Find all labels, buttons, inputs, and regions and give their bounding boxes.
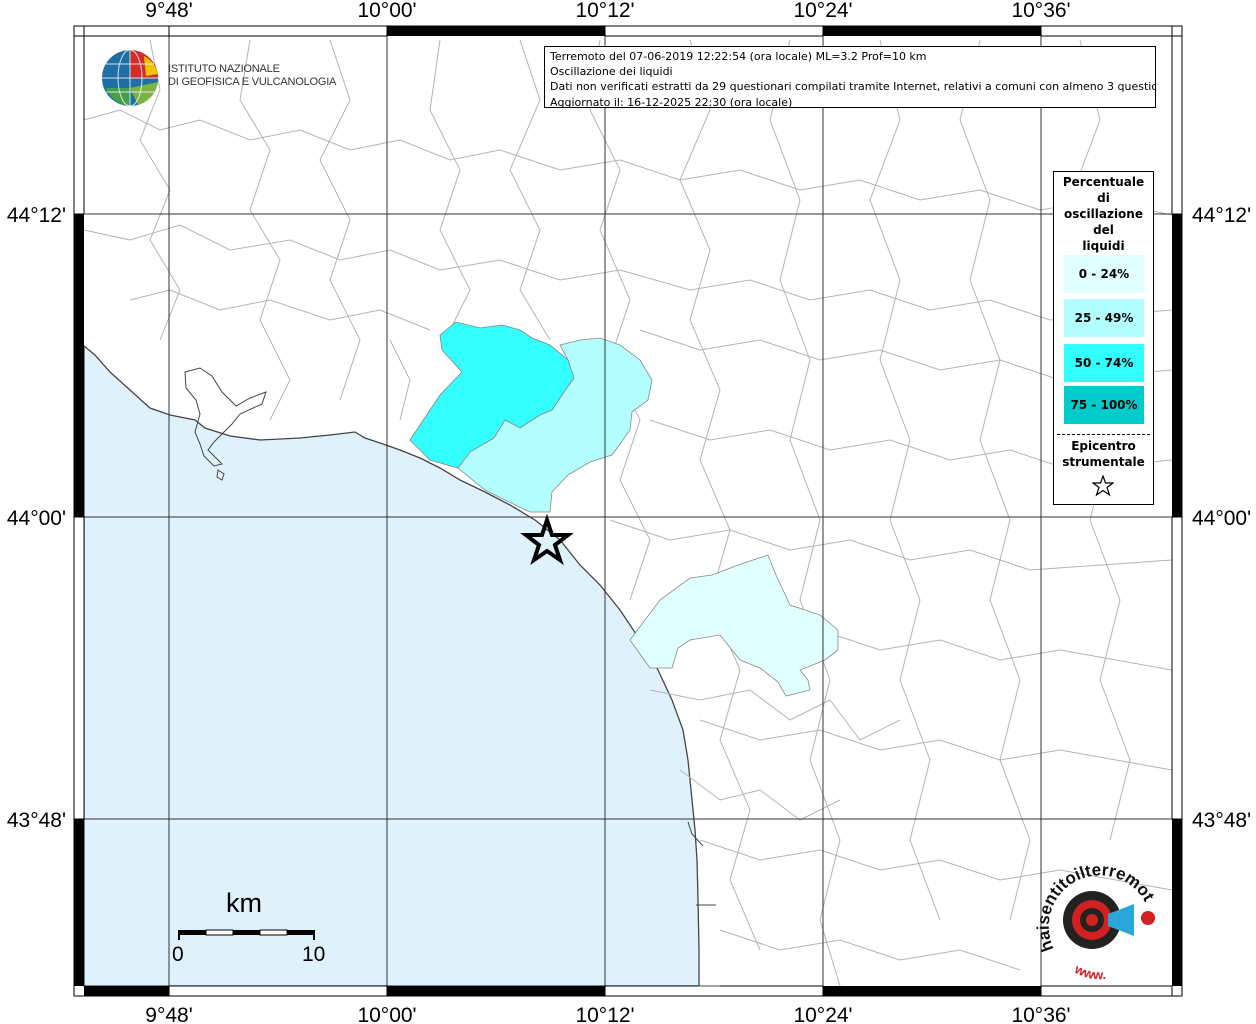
legend-title-line: del xyxy=(1093,223,1114,237)
event-info-box: Terremoto del 07-06-2019 12:22:54 (ora l… xyxy=(544,46,1156,108)
lat-label: 44°12' xyxy=(7,204,66,227)
data-note: Dati non verificati estratti da 29 quest… xyxy=(550,80,1156,94)
legend-title-line: oscillazione xyxy=(1064,207,1143,221)
lon-label: 10°36' xyxy=(1011,1004,1070,1024)
scale-end: 10 xyxy=(302,943,326,966)
latitude-labels-left: 44°12' 44°00' 43°48' xyxy=(7,204,66,832)
map-subject: Oscillazione dei liquidi xyxy=(550,65,673,79)
watermark-sub-path: www. xyxy=(1072,961,1107,982)
latitude-labels-right: 44°12' 44°00' 43°48' xyxy=(1192,204,1251,832)
legend-item-50-74: 50 - 74% xyxy=(1064,344,1144,382)
legend-item-75-100: 75 - 100% xyxy=(1064,386,1144,424)
lon-label: 10°12' xyxy=(575,1004,634,1024)
scale-unit: km xyxy=(226,888,262,918)
ingv-logo xyxy=(100,48,164,112)
logo-line: DI GEOFISICA E VULCANOLOGIA xyxy=(168,76,337,88)
legend-item-0-24: 0 - 24% xyxy=(1064,255,1144,293)
lon-label: 9°48' xyxy=(145,1004,192,1024)
legend-epicenter-line: strumentale xyxy=(1062,455,1145,469)
event-title: Terremoto del 07-06-2019 12:22:54 (ora l… xyxy=(550,50,927,63)
legend-title: Percentuale di oscillazione del liquidi xyxy=(1054,174,1153,254)
lon-label: 10°12' xyxy=(575,0,634,22)
haisentito-logo: haisentitoilterremoto.it www. xyxy=(1031,849,1166,988)
update-time: Aggiornato il: 16-12-2025 22:30 (ora loc… xyxy=(550,95,793,108)
lat-label: 43°48' xyxy=(1192,809,1251,832)
lat-label: 44°00' xyxy=(7,507,66,530)
lat-label: 44°12' xyxy=(1192,204,1251,227)
lon-label: 10°36' xyxy=(1011,0,1070,22)
lon-label: 10°00' xyxy=(357,1004,416,1024)
longitude-labels-bottom: 9°48' 10°00' 10°12' 10°24' 10°36' xyxy=(145,1004,1070,1024)
legend-title-line: Percentuale xyxy=(1062,175,1145,189)
legend-epicenter-label: Epicentro strumentale xyxy=(1054,438,1153,470)
legend: Percentuale di oscillazione del liquidi … xyxy=(1053,171,1154,505)
legend-title-line: di xyxy=(1097,191,1110,205)
legend-star-icon xyxy=(1092,475,1114,497)
legend-item-25-49: 25 - 49% xyxy=(1064,299,1144,337)
logo-line: ISTITUTO NAZIONALE xyxy=(168,63,280,75)
lon-label: 10°00' xyxy=(357,0,416,22)
lon-label: 9°48' xyxy=(145,0,192,22)
watermark-sub: www. xyxy=(1072,961,1107,982)
scale-start: 0 xyxy=(172,943,184,966)
legend-epicenter-line: Epicentro xyxy=(1071,439,1136,453)
ingv-logo-text: ISTITUTO NAZIONALE DI GEOFISICA E VULCAN… xyxy=(168,63,336,89)
legend-divider xyxy=(1057,434,1150,435)
haisentito-badge-icon: haisentitoilterremoto.it www. xyxy=(1031,849,1159,982)
longitude-labels-top: 9°48' 10°00' 10°12' 10°24' 10°36' xyxy=(145,0,1070,22)
globe-icon xyxy=(102,49,158,107)
legend-title-line: liquidi xyxy=(1082,239,1125,253)
lon-label: 10°24' xyxy=(793,1004,852,1024)
lon-label: 10°24' xyxy=(793,0,852,22)
lat-label: 43°48' xyxy=(7,809,66,832)
lat-label: 44°00' xyxy=(1192,507,1251,530)
